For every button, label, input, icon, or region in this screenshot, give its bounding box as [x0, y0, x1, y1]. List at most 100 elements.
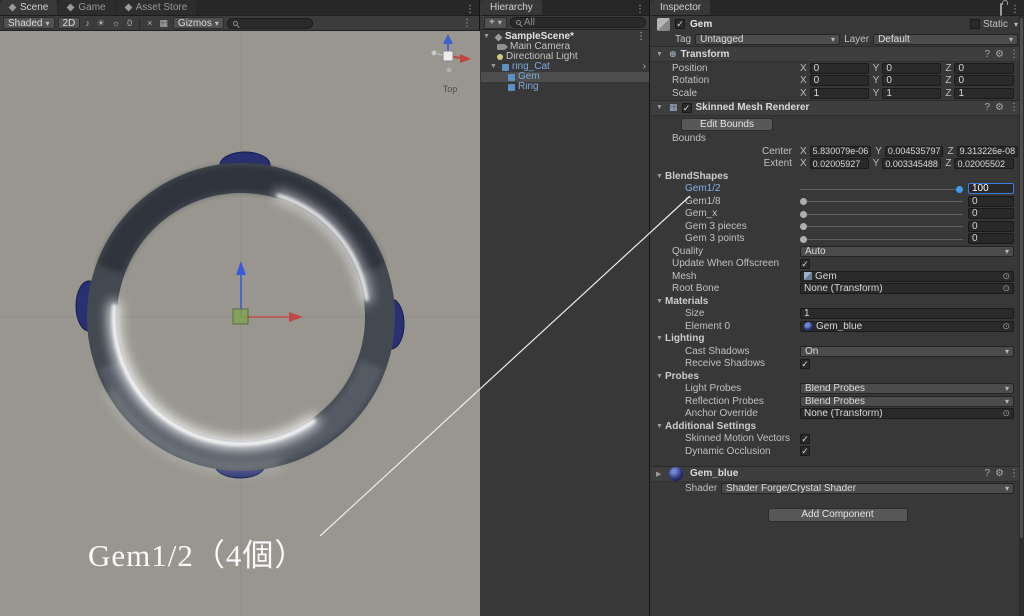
rotation-x-field[interactable]: 0 — [810, 75, 869, 86]
cast-shadows-dropdown[interactable]: On ▾ — [800, 346, 1014, 357]
tab-inspector[interactable]: Inspector — [651, 0, 710, 15]
blendshape-slider[interactable] — [800, 220, 963, 232]
scale-x-field[interactable]: 1 — [810, 88, 869, 99]
create-object-button[interactable]: + ▾ — [484, 17, 507, 29]
grid-settings-icon[interactable]: ▦ — [157, 17, 170, 29]
blendshape-slider[interactable] — [800, 195, 963, 207]
foldout-icon[interactable]: ▼ — [656, 335, 665, 342]
additional-settings-foldout[interactable]: ▼Additional Settings — [651, 420, 1024, 433]
hierarchy-item-gem[interactable]: Gem — [481, 72, 649, 82]
component-menu-icon[interactable]: ⋮ — [1009, 102, 1019, 113]
quality-dropdown[interactable]: Auto ▾ — [800, 246, 1014, 257]
foldout-icon[interactable]: ▼ — [483, 32, 492, 42]
object-picker-icon[interactable]: ⊙ — [1002, 322, 1010, 331]
extent-y-field[interactable]: 0.003345488 — [882, 158, 941, 169]
materials-foldout[interactable]: ▼Materials — [651, 295, 1024, 308]
scene-search-input[interactable] — [227, 18, 313, 29]
add-component-button[interactable]: Add Component — [768, 508, 908, 522]
inspector-panel-menu-icon[interactable]: ⋮ — [1006, 4, 1024, 15]
element0-object-field[interactable]: Gem_blue ⊙ — [800, 321, 1014, 332]
prefab-open-arrow[interactable]: › — [643, 62, 646, 72]
draw-mode-dropdown[interactable]: Shaded ▾ — [3, 17, 55, 29]
edit-bounds-button[interactable]: Edit Bounds — [681, 118, 773, 131]
blendshape-slider[interactable] — [800, 183, 963, 195]
static-checkbox[interactable] — [970, 19, 980, 29]
scene-panel-menu-icon[interactable]: ⋮ — [461, 4, 479, 15]
hierarchy-item-main-camera[interactable]: Main Camera — [481, 42, 649, 52]
center-x-field[interactable]: 5.830079e-06 — [810, 146, 872, 157]
foldout-icon[interactable]: ▼ — [490, 62, 499, 72]
scene-options-menu-icon[interactable]: ⋮ — [636, 32, 646, 42]
scale-y-field[interactable]: 1 — [882, 88, 941, 99]
chevron-down-icon[interactable]: ▾ — [1014, 20, 1018, 29]
help-icon[interactable]: ? — [984, 102, 990, 113]
skinned-motion-vectors-checkbox[interactable]: ✓ — [800, 434, 810, 444]
anchor-override-object-field[interactable]: None (Transform) ⊙ — [800, 408, 1014, 419]
center-y-field[interactable]: 0.004535797 — [885, 146, 944, 157]
scene-viewport[interactable]: Top Gem1/2（4個） — [0, 31, 480, 616]
extent-x-field[interactable]: 0.02005927 — [810, 158, 869, 169]
hierarchy-item-directional-light[interactable]: Directional Light — [481, 52, 649, 62]
rotation-z-field[interactable]: 0 — [954, 75, 1014, 86]
component-enabled-checkbox[interactable]: ✓ — [682, 103, 692, 113]
scene-toolbar-menu-icon[interactable]: ⋮ — [458, 18, 476, 29]
mesh-object-field[interactable]: Gem ⊙ — [800, 271, 1014, 282]
extent-z-field[interactable]: 0.02005502 — [954, 158, 1014, 169]
foldout-icon[interactable]: ▼ — [656, 104, 665, 111]
tab-game[interactable]: Game — [58, 0, 114, 15]
skinned-mesh-renderer-header[interactable]: ▼ ▦ ✓ Skinned Mesh Renderer ? ⚙ ⋮ — [651, 100, 1024, 116]
scene-visibility-count[interactable]: 0 — [125, 17, 134, 29]
help-icon[interactable]: ? — [984, 49, 990, 60]
blendshape-slider[interactable] — [800, 208, 963, 220]
effects-dropdown-icon[interactable]: ☼ — [110, 17, 122, 29]
tab-scene[interactable]: Scene — [0, 0, 57, 15]
lighting-foldout[interactable]: ▼Lighting — [651, 333, 1024, 346]
blendshape-value-field[interactable]: 0 — [968, 208, 1014, 219]
hierarchy-panel-menu-icon[interactable]: ⋮ — [631, 4, 649, 15]
blendshape-value-field[interactable]: 100 — [968, 183, 1014, 194]
root-bone-object-field[interactable]: None (Transform) ⊙ — [800, 283, 1014, 294]
blendshape-value-field[interactable]: 0 — [968, 221, 1014, 232]
gameobject-name[interactable]: Gem — [690, 19, 712, 30]
preset-icon[interactable]: ⚙ — [995, 49, 1004, 60]
blendshapes-foldout[interactable]: ▼BlendShapes — [651, 170, 1024, 183]
dynamic-occlusion-checkbox[interactable]: ✓ — [800, 446, 810, 456]
lighting-toggle-icon[interactable]: ☀ — [95, 17, 107, 29]
update-offscreen-checkbox[interactable]: ✓ — [800, 259, 810, 269]
blendshape-value-field[interactable]: 0 — [968, 233, 1014, 244]
object-picker-icon[interactable]: ⊙ — [1002, 284, 1010, 293]
inspector-scrollbar[interactable] — [1019, 16, 1024, 616]
foldout-icon[interactable]: ▼ — [656, 298, 665, 305]
tag-dropdown[interactable]: Untagged ▾ — [695, 34, 840, 45]
foldout-icon[interactable]: ▼ — [656, 51, 665, 58]
component-menu-icon[interactable]: ⋮ — [1009, 49, 1019, 60]
2d-toggle-button[interactable]: 2D — [58, 17, 81, 29]
position-y-field[interactable]: 0 — [882, 63, 941, 74]
light-probes-dropdown[interactable]: Blend Probes ▾ — [800, 383, 1014, 394]
foldout-icon[interactable]: ▼ — [656, 173, 665, 180]
settings-gear-icon[interactable]: ⚙ — [995, 468, 1004, 479]
hierarchy-item-ring[interactable]: Ring — [481, 82, 649, 92]
shader-dropdown[interactable]: Shader Forge/Crystal Shader ▾ — [721, 483, 1014, 494]
lock-icon[interactable] — [996, 4, 1006, 15]
material-header[interactable]: ▶ Gem_blue ? ⚙ ⋮ — [651, 466, 1024, 482]
position-x-field[interactable]: 0 — [810, 63, 869, 74]
scale-z-field[interactable]: 1 — [954, 88, 1014, 99]
hierarchy-item-scene[interactable]: ▼ SampleScene* ⋮ — [481, 32, 649, 42]
help-icon[interactable]: ? — [984, 468, 990, 479]
foldout-icon[interactable]: ▼ — [656, 373, 665, 380]
hierarchy-search-input[interactable]: All — [510, 17, 646, 28]
blendshape-value-field[interactable]: 0 — [968, 196, 1014, 207]
probes-foldout[interactable]: ▼Probes — [651, 370, 1024, 383]
preset-icon[interactable]: ⚙ — [995, 102, 1004, 113]
hierarchy-item-ring-cat[interactable]: ▼ ring_Cat › — [481, 62, 649, 72]
center-z-field[interactable]: 9.313226e-08 — [957, 146, 1019, 157]
active-checkbox[interactable]: ✓ — [675, 19, 685, 29]
foldout-icon[interactable]: ▶ — [656, 470, 665, 478]
component-tools-icon[interactable]: × — [145, 17, 154, 29]
transform-component-header[interactable]: ▼ ⊕ Transform ? ⚙ ⋮ — [651, 46, 1024, 62]
position-z-field[interactable]: 0 — [954, 63, 1014, 74]
component-menu-icon[interactable]: ⋮ — [1009, 468, 1019, 479]
object-picker-icon[interactable]: ⊙ — [1002, 409, 1010, 418]
object-picker-icon[interactable]: ⊙ — [1002, 272, 1010, 281]
